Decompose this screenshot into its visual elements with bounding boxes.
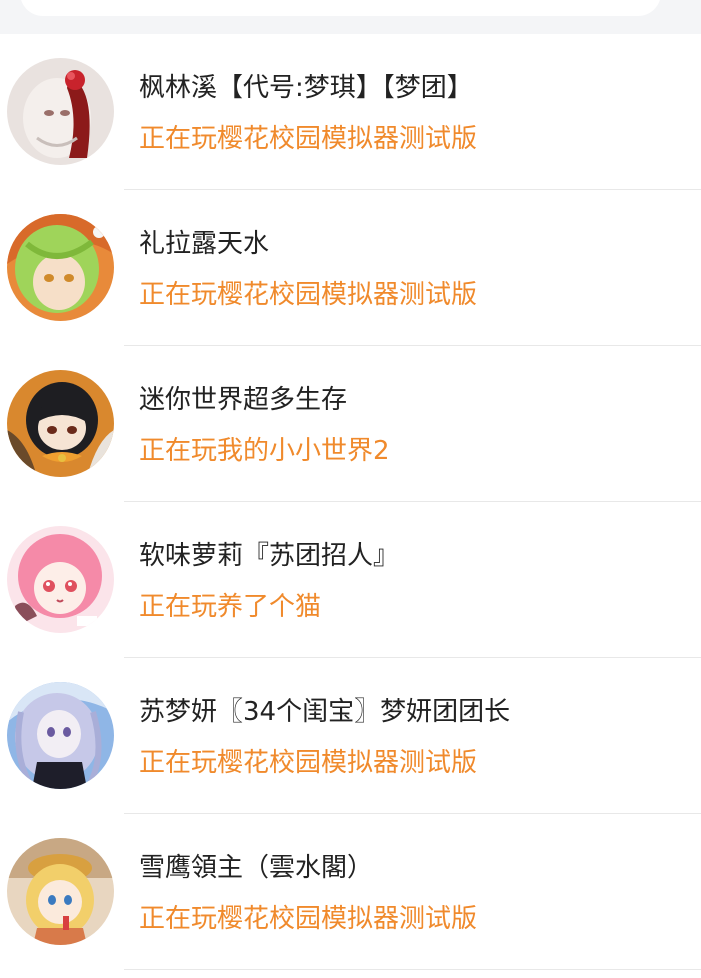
- friend-row[interactable]: 枫林溪【代号:梦琪】【梦团】 正在玩樱花校园模拟器测试版: [0, 34, 701, 190]
- friend-name: 迷你世界超多生存: [139, 385, 348, 415]
- anime-silver-hair-avatar-icon: [7, 682, 114, 789]
- friend-row[interactable]: 迷你世界超多生存 正在玩我的小小世界2: [0, 346, 701, 502]
- friend-row[interactable]: 软味萝莉『苏团招人』 正在玩养了个猫: [0, 502, 701, 658]
- anime-pink-hair-avatar-icon: [7, 526, 114, 633]
- friend-status: 正在玩我的小小世界2: [139, 436, 390, 466]
- friend-status: 正在玩樱花校园模拟器测试版: [139, 748, 478, 778]
- avatar[interactable]: [7, 682, 114, 789]
- anime-black-hair-orange-hood-avatar-icon: [7, 370, 114, 477]
- anime-blonde-hat-avatar-icon: [7, 838, 114, 945]
- friend-list: 枫林溪【代号:梦琪】【梦团】 正在玩樱花校园模拟器测试版 礼拉露天水 正在玩樱花…: [0, 34, 701, 970]
- friend-row[interactable]: 雪鹰領主（雲水閣） 正在玩樱花校园模拟器测试版: [0, 814, 701, 970]
- avatar[interactable]: [7, 370, 114, 477]
- friend-name: 枫林溪【代号:梦琪】【梦团】: [139, 73, 473, 103]
- friend-name: 苏梦妍〖34个闺宝〗梦妍团团长: [139, 697, 511, 727]
- friend-name: 礼拉露天水: [139, 229, 270, 259]
- friend-name: 软味萝莉『苏团招人』: [139, 541, 400, 571]
- friend-row[interactable]: 礼拉露天水 正在玩樱花校园模拟器测试版: [0, 190, 701, 346]
- friend-status: 正在玩养了个猫: [139, 592, 322, 622]
- top-search-area: [0, 0, 701, 34]
- friend-status: 正在玩樱花校园模拟器测试版: [139, 280, 478, 310]
- friend-status: 正在玩樱花校园模拟器测试版: [139, 124, 478, 154]
- avatar[interactable]: [7, 838, 114, 945]
- friend-row[interactable]: 苏梦妍〖34个闺宝〗梦妍团团长 正在玩樱花校园模拟器测试版: [0, 658, 701, 814]
- anime-green-hair-avatar-icon: [7, 214, 114, 321]
- avatar[interactable]: [7, 526, 114, 633]
- avatar[interactable]: [7, 214, 114, 321]
- search-bar[interactable]: [20, 0, 661, 16]
- friend-name: 雪鹰領主（雲水閣）: [139, 853, 374, 883]
- avatar[interactable]: [7, 58, 114, 165]
- anime-girl-red-flower-avatar-icon: [7, 58, 114, 165]
- divider: [124, 969, 701, 970]
- friend-status: 正在玩樱花校园模拟器测试版: [139, 904, 478, 934]
